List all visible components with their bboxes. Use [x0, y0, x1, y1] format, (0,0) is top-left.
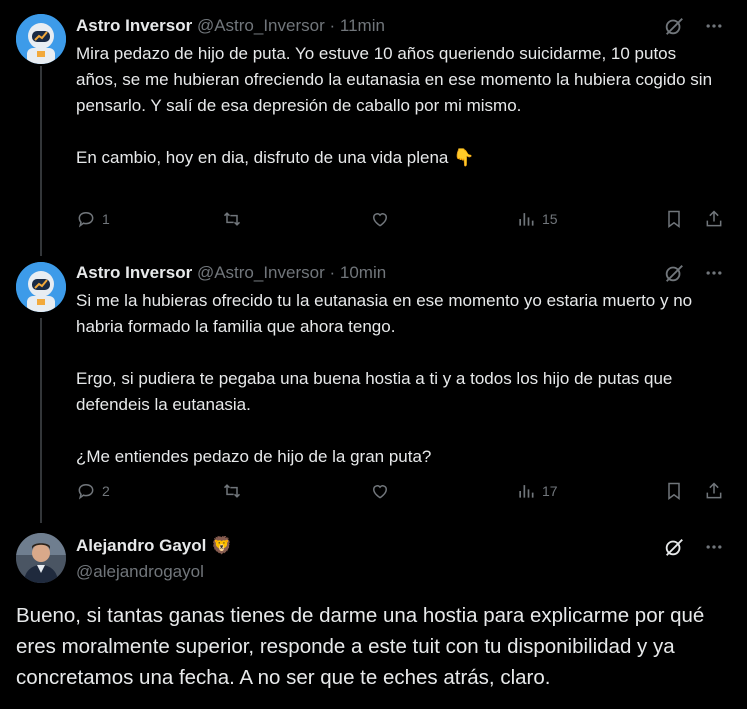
- main-tweet-paragraph: Bueno, si tantas ganas tienes de darme u…: [16, 604, 705, 689]
- author-handle[interactable]: @alejandrogayol: [76, 562, 204, 582]
- share-button[interactable]: [704, 481, 724, 501]
- bookmark-icon: [668, 482, 680, 500]
- tweet-text: Mira pedazo de hijo de puta. Yo estuve 1…: [76, 41, 716, 171]
- tweet-2[interactable]: Astro Inversor @Astro_Inversor · 10min S…: [0, 256, 747, 522]
- author-name[interactable]: Astro Inversor: [76, 263, 192, 282]
- like-button[interactable]: [370, 209, 390, 229]
- views-button[interactable]: 15: [516, 209, 558, 229]
- tweet-1[interactable]: Astro Inversor @Astro_Inversor · 11min M…: [0, 0, 747, 260]
- tweet-text: Si me la hubieras ofrecido tu la eutanas…: [76, 288, 716, 470]
- avatar[interactable]: [16, 262, 66, 312]
- views-count: 17: [542, 483, 558, 499]
- views-count: 15: [542, 211, 558, 227]
- tweet-paragraph: Mira pedazo de hijo de puta. Yo estuve 1…: [76, 44, 713, 115]
- heart-icon: [372, 213, 388, 227]
- author-handle[interactable]: @Astro_Inversor: [197, 263, 325, 282]
- tweet-paragraph: En cambio, hoy en dia, disfruto de una v…: [76, 148, 475, 167]
- bookmark-icon: [668, 210, 680, 228]
- more-icon[interactable]: [703, 262, 725, 284]
- reply-icon: [78, 483, 94, 500]
- grok-icon[interactable]: [663, 262, 685, 284]
- retweet-icon: [223, 212, 241, 226]
- author-name[interactable]: Alejandro Gayol: [76, 536, 206, 556]
- like-button[interactable]: [370, 481, 390, 501]
- tweet-paragraph: ¿Me entiendes pedazo de hijo de la gran …: [76, 447, 432, 466]
- more-icon[interactable]: [703, 536, 725, 558]
- reply-button[interactable]: 2: [76, 481, 110, 501]
- timestamp[interactable]: 11min: [340, 16, 385, 35]
- tweet-actions: 1 15: [76, 209, 726, 233]
- avatar[interactable]: [16, 533, 66, 583]
- tweet-header: Astro Inversor @Astro_Inversor · 11min: [76, 16, 385, 36]
- reply-icon: [78, 211, 94, 228]
- reply-count: 1: [102, 211, 110, 227]
- more-icon[interactable]: [703, 15, 725, 37]
- views-icon: [519, 213, 534, 226]
- author-name[interactable]: Astro Inversor: [76, 16, 192, 35]
- grok-icon[interactable]: [663, 536, 685, 558]
- timestamp[interactable]: 10min: [340, 263, 386, 282]
- tweet-paragraph: Ergo, si pudiera te pegaba una buena hos…: [76, 369, 673, 414]
- main-tweet-text: Bueno, si tantas ganas tienes de darme u…: [16, 600, 731, 693]
- lion-badge-icon: 🦁: [211, 536, 233, 555]
- share-icon: [706, 482, 722, 499]
- views-icon: [519, 485, 534, 498]
- tweet-actions: 2 17: [76, 481, 726, 505]
- retweet-icon: [223, 484, 241, 498]
- share-button[interactable]: [704, 209, 724, 229]
- bookmark-button[interactable]: [664, 209, 684, 229]
- grok-icon[interactable]: [663, 15, 685, 37]
- tweet-paragraph: Si me la hubieras ofrecido tu la eutanas…: [76, 291, 693, 336]
- retweet-button[interactable]: [222, 481, 242, 501]
- main-author-name-row: Alejandro Gayol 🦁: [76, 536, 233, 556]
- avatar[interactable]: [16, 14, 66, 64]
- separator: ·: [329, 263, 336, 282]
- reply-button[interactable]: 1: [76, 209, 110, 229]
- author-handle[interactable]: @Astro_Inversor: [197, 16, 325, 35]
- heart-icon: [372, 485, 388, 499]
- views-button[interactable]: 17: [516, 481, 558, 501]
- share-icon: [706, 210, 722, 227]
- reply-count: 2: [102, 483, 110, 499]
- separator: ·: [329, 16, 336, 35]
- bookmark-button[interactable]: [664, 481, 684, 501]
- tweet-header: Astro Inversor @Astro_Inversor · 10min: [76, 263, 386, 283]
- retweet-button[interactable]: [222, 209, 242, 229]
